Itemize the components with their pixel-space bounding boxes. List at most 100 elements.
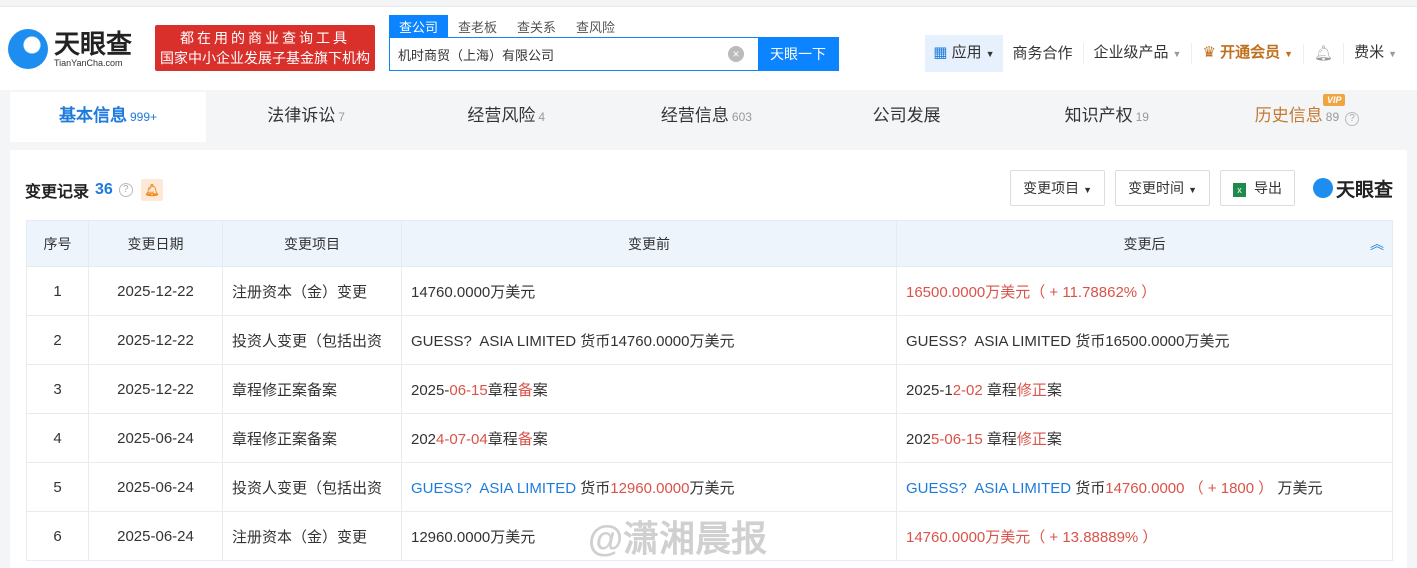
section-count: 36 xyxy=(95,181,113,198)
table-row: 3 2025-12-22 章程修正案备案 2025-06-15章程备案 2025-12-… xyxy=(26,364,1393,414)
tab-label: 经营风险 xyxy=(467,106,536,125)
row-number: 5 xyxy=(26,462,89,512)
change-item: 投资人变更（包括出资 xyxy=(222,462,402,512)
slogan-banner[interactable]: 都在用的商业查询工具 国家中小企业发展子基金旗下机构 xyxy=(155,25,375,71)
text-segment: 章程 xyxy=(487,381,518,399)
tab-history[interactable]: VIP 历史信息 89? xyxy=(1207,92,1407,142)
text-segment: 202 xyxy=(906,430,932,448)
collapse-icon[interactable]: ︽ xyxy=(1370,234,1384,254)
change-record-panel: 变更记录 36? 🔔︎ 变更项目 ▼ 变更时间 ▼ x 导出 天眼查 序号 变更日期 变更… xyxy=(10,150,1407,568)
export-label: 导出 xyxy=(1253,180,1282,196)
text-segment[interactable]: GUESS? ASIA LIMITED xyxy=(411,480,576,497)
text-segment: 案 xyxy=(1046,381,1062,399)
change-item: 投资人变更（包括出资 xyxy=(222,315,402,365)
search-tab-risk[interactable]: 查风险 xyxy=(566,15,625,38)
tab-count: 89 xyxy=(1325,110,1340,124)
caret-down-icon: ▼ xyxy=(985,49,995,59)
text-segment: 202 xyxy=(411,430,437,448)
tab-count: 603 xyxy=(731,110,752,124)
logo[interactable]: 天眼查 TianYanCha.com xyxy=(8,29,132,69)
text-segment: GUESS? ASIA LIMITED 货币14760.0000万美元 xyxy=(411,332,735,350)
tab-basic-info[interactable]: 基本信息 999+ xyxy=(10,92,206,142)
change-after: GUESS? ASIA LIMITED 货币16500.0000万美元 xyxy=(896,315,1393,365)
search-tab-company[interactable]: 查公司 xyxy=(389,15,449,38)
app-menu[interactable]: ▦ 应用 ▼ xyxy=(925,35,1003,72)
change-before: 12960.0000万美元 xyxy=(401,511,897,561)
bell-icon[interactable]: 🔔︎ xyxy=(1303,43,1343,64)
vip-menu[interactable]: ♛ 开通会员 ▼ xyxy=(1191,43,1303,64)
tab-risk[interactable]: 经营风险 4 xyxy=(406,92,606,142)
caret-down-icon: ▼ xyxy=(1172,49,1182,59)
tab-count: 4 xyxy=(538,110,546,124)
business-link[interactable]: 商务合作 xyxy=(1003,44,1083,64)
col-header-after: 变更后 ︽ xyxy=(896,220,1393,267)
text-segment: 14760.0000万美元 xyxy=(411,283,536,301)
text-segment: 16500.0000万美元（ + 11.78862% ） xyxy=(906,283,1157,301)
change-before: 14760.0000万美元 xyxy=(401,266,897,316)
change-item: 注册资本（金）变更 xyxy=(222,266,402,316)
text-segment: 备 xyxy=(517,381,533,399)
change-item: 章程修正案备案 xyxy=(222,413,402,463)
export-button[interactable]: x 导出 xyxy=(1219,170,1295,206)
text-segment: 章程 xyxy=(982,381,1017,399)
enterprise-label: 企业级产品 xyxy=(1093,44,1169,61)
tab-operation[interactable]: 经营信息 603 xyxy=(606,92,806,142)
change-date: 2025-12-22 xyxy=(88,266,223,316)
text-segment: 2025-1 xyxy=(906,381,953,399)
text-segment: 06-15 xyxy=(449,381,488,399)
enterprise-menu[interactable]: 企业级产品 ▼ xyxy=(1082,43,1192,64)
text-segment[interactable]: GUESS? ASIA LIMITED xyxy=(906,480,1071,497)
tab-legal[interactable]: 法律诉讼 7 xyxy=(206,92,406,142)
text-segment: 12960.0000万美元 xyxy=(411,528,536,546)
tab-development[interactable]: 公司发展 xyxy=(807,92,1007,142)
col-header-date: 变更日期 xyxy=(88,220,223,267)
user-name: 费米 xyxy=(1354,44,1385,61)
filter-time-label: 变更时间 xyxy=(1128,180,1185,196)
excel-icon: x xyxy=(1232,183,1246,197)
text-segment: 章程 xyxy=(487,430,518,448)
search-button[interactable]: 天眼一下 xyxy=(758,38,838,70)
text-segment: 2-02 xyxy=(952,381,983,399)
crown-icon: ♛ xyxy=(1202,44,1216,61)
search-input[interactable] xyxy=(390,38,728,70)
tab-count: 7 xyxy=(338,110,345,124)
row-number: 2 xyxy=(26,315,89,365)
text-segment: 修正 xyxy=(1016,430,1047,448)
change-date: 2025-06-24 xyxy=(88,511,223,561)
user-menu[interactable]: 费米 ▼ xyxy=(1343,43,1407,64)
bell-icon[interactable]: 🔔︎ xyxy=(140,179,163,201)
search-tab-boss[interactable]: 查老板 xyxy=(448,15,507,38)
filter-item-dropdown[interactable]: 变更项目 ▼ xyxy=(1010,170,1106,206)
text-segment: 备 xyxy=(517,430,533,448)
change-table: 序号 变更日期 变更项目 变更前 变更后 ︽ 1 2025-12-22 注册资本（金）… xyxy=(26,220,1393,561)
tab-ip[interactable]: 知识产权 19 xyxy=(1007,92,1207,142)
change-date: 2025-06-24 xyxy=(88,462,223,512)
filter-time-dropdown[interactable]: 变更时间 ▼ xyxy=(1115,170,1210,206)
tab-count: 999+ xyxy=(129,110,158,124)
change-after: 2025-12-02 章程修正案 xyxy=(896,364,1393,414)
change-before: GUESS? ASIA LIMITED 货币12960.0000万美元 xyxy=(401,462,897,512)
table-row: 4 2025-06-24 章程修正案备案 2024-07-04章程备案 2025-06-… xyxy=(26,413,1393,463)
help-icon[interactable]: ? xyxy=(118,183,133,197)
row-number: 3 xyxy=(26,364,89,414)
tab-label: 法律诉讼 xyxy=(267,106,336,125)
search-tab-relation[interactable]: 查关系 xyxy=(507,15,566,38)
row-number: 4 xyxy=(26,413,89,463)
vip-badge: VIP xyxy=(1322,94,1346,106)
text-segment: 5-06-15 xyxy=(931,430,983,448)
change-date: 2025-12-22 xyxy=(88,315,223,365)
brand-logo: 天眼查 xyxy=(1312,175,1393,202)
vip-label: 开通会员 xyxy=(1220,44,1281,61)
text-segment: 2025- xyxy=(411,381,450,399)
clear-icon[interactable]: × xyxy=(728,46,744,62)
change-after: 14760.0000万美元（ + 13.88889% ） xyxy=(896,511,1393,561)
tab-count: 19 xyxy=(1135,110,1149,124)
table-row: 6 2025-06-24 注册资本（金）变更 12960.0000万美元 14760.0… xyxy=(26,511,1393,561)
change-before: GUESS? ASIA LIMITED 货币14760.0000万美元 xyxy=(401,315,897,365)
caret-down-icon: ▼ xyxy=(1188,185,1197,195)
text-segment: 案 xyxy=(1046,430,1062,448)
table-row: 2 2025-12-22 投资人变更（包括出资 GUESS? ASIA LIMITED… xyxy=(26,315,1393,365)
col-header-no: 序号 xyxy=(26,220,89,267)
tab-label: 经营信息 xyxy=(660,106,729,125)
help-icon[interactable]: ? xyxy=(1345,112,1360,126)
